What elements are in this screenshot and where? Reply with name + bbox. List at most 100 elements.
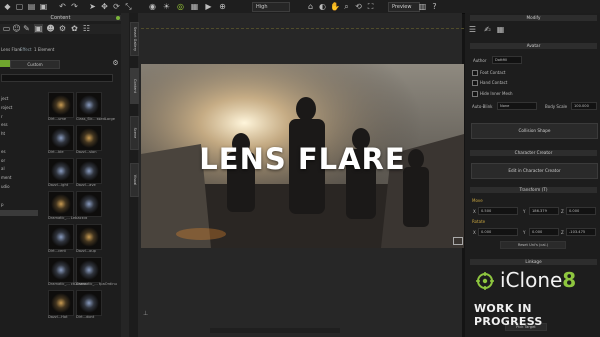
tree-item[interactable]: r bbox=[1, 114, 3, 119]
flare-thumbnail[interactable] bbox=[48, 125, 74, 151]
grid-icon[interactable]: ▦ bbox=[190, 2, 199, 11]
flare-thumbnail[interactable] bbox=[48, 224, 74, 250]
rotate-x-field[interactable]: 0.000 bbox=[478, 228, 518, 236]
settings-icon[interactable]: ⚙ bbox=[111, 59, 120, 68]
pan-icon[interactable]: ✋ bbox=[330, 2, 340, 11]
rotate-y-field[interactable]: 0.000 bbox=[529, 228, 559, 236]
move-icon[interactable]: ✥ bbox=[100, 2, 109, 11]
tree-item[interactable]: ject bbox=[1, 96, 8, 101]
flare-thumbnail[interactable] bbox=[48, 92, 74, 118]
tree-item[interactable]: udio bbox=[1, 184, 10, 189]
modify-settings-icon[interactable]: ☰ bbox=[468, 25, 477, 34]
flare-thumbnail[interactable] bbox=[76, 257, 102, 283]
flare-thumbnail[interactable] bbox=[76, 290, 102, 316]
move-x-field[interactable]: 0.500 bbox=[478, 207, 518, 215]
save-icon[interactable]: ▣ bbox=[39, 2, 48, 11]
tree-item[interactable]: ment bbox=[1, 175, 11, 180]
tree-item[interactable]: p bbox=[1, 202, 4, 207]
tab-visual[interactable]: Visual bbox=[130, 163, 139, 197]
home-icon[interactable]: ⌂ bbox=[306, 2, 315, 11]
autoblink-select[interactable]: None bbox=[497, 102, 537, 110]
tree-item[interactable]: es bbox=[1, 149, 6, 154]
hide-inner-mesh-checkbox[interactable] bbox=[472, 91, 478, 97]
content-panel: Content ▭ ☺ ✎ ▣ ☻ ⚙ ✿ ☷ Lens Flare Effec… bbox=[0, 13, 121, 337]
reset-button[interactable]: Reset Uni's (cal.) bbox=[500, 241, 566, 249]
app-icon[interactable]: ◆ bbox=[3, 2, 12, 11]
modify-material-icon[interactable]: ▦ bbox=[496, 25, 505, 34]
thumbnail-label: Dirt...cent bbox=[48, 249, 66, 253]
flare-thumbnail[interactable] bbox=[48, 191, 74, 217]
bodyscale-field[interactable]: 100.000 bbox=[571, 102, 597, 110]
author-label: Author bbox=[473, 58, 487, 63]
flare-thumbnail[interactable] bbox=[76, 224, 102, 250]
foot-contact-checkbox[interactable] bbox=[472, 70, 478, 76]
rotate-icon[interactable]: ⟳ bbox=[112, 2, 121, 11]
tree-item[interactable]: ess bbox=[1, 122, 8, 127]
section-linkage: Linkage bbox=[470, 259, 597, 265]
flare-thumbnail[interactable] bbox=[76, 191, 102, 217]
flare-thumbnail[interactable] bbox=[48, 158, 74, 184]
timeline-controls[interactable] bbox=[210, 328, 340, 333]
move-z-label: Z bbox=[561, 209, 564, 214]
select-icon[interactable]: ➤ bbox=[88, 2, 97, 11]
animation-tab-icon[interactable]: ✎ bbox=[22, 24, 31, 33]
tab-custom[interactable]: Custom bbox=[10, 60, 60, 69]
timeline-handle-icon[interactable]: ⊥ bbox=[143, 311, 149, 317]
tab-scene[interactable]: Scene bbox=[130, 116, 139, 150]
open-icon[interactable]: ▤ bbox=[27, 2, 36, 11]
flare-thumbnail[interactable] bbox=[76, 158, 102, 184]
flare-preview-icon bbox=[79, 161, 99, 181]
modify-motion-icon[interactable]: ✍ bbox=[483, 25, 492, 34]
tree-item[interactable]: ht bbox=[1, 131, 5, 136]
tab-content[interactable]: Content bbox=[130, 68, 139, 104]
tree-item[interactable]: al bbox=[1, 166, 5, 171]
tree-item[interactable]: roject bbox=[1, 105, 12, 110]
content-scrollbar[interactable] bbox=[121, 13, 129, 337]
tab-template[interactable] bbox=[0, 60, 10, 67]
scale-icon[interactable]: ⤡ bbox=[124, 2, 133, 11]
zoom-icon[interactable]: ⌕ bbox=[342, 2, 351, 11]
layout-icon[interactable]: ▥ bbox=[418, 2, 427, 11]
view-icon[interactable]: ◐ bbox=[318, 2, 327, 11]
flare-thumbnail[interactable] bbox=[48, 290, 74, 316]
set-tab-icon[interactable]: ⚙ bbox=[58, 24, 67, 33]
move-z-field[interactable]: 0.000 bbox=[566, 207, 596, 215]
light-icon[interactable]: ☀ bbox=[162, 2, 171, 11]
new-icon[interactable]: ▢ bbox=[15, 2, 24, 11]
orbit-icon[interactable]: ⟲ bbox=[354, 2, 363, 11]
stage-tab-icon[interactable]: ▣ bbox=[34, 24, 43, 33]
edit-character-creator-button[interactable]: Edit in Character Creator bbox=[471, 163, 598, 179]
fit-icon[interactable]: ⛶ bbox=[366, 2, 375, 11]
move-y-field[interactable]: 186.379 bbox=[529, 207, 559, 215]
filter-name: Effect bbox=[20, 47, 32, 52]
play-icon[interactable]: ▶ bbox=[204, 2, 213, 11]
hand-contact-checkbox[interactable] bbox=[472, 80, 478, 86]
tab-smart-gallery[interactable]: Smart Gallery bbox=[130, 22, 139, 56]
project-tab-icon[interactable]: ▭ bbox=[2, 24, 11, 33]
quality-dropdown[interactable]: High bbox=[252, 2, 290, 12]
viewport-corner-icon[interactable] bbox=[453, 237, 463, 245]
flare-thumbnail[interactable] bbox=[48, 257, 74, 283]
prop-tab-icon[interactable]: ☻ bbox=[46, 24, 55, 33]
audio-tab-icon[interactable]: ☷ bbox=[82, 24, 91, 33]
rotate-y-label: Y bbox=[523, 230, 526, 235]
actor-tab-icon[interactable]: ☺ bbox=[12, 24, 21, 33]
author-field[interactable]: Dottfill bbox=[492, 56, 522, 64]
flare-thumbnail[interactable] bbox=[76, 92, 102, 118]
flare-preview-icon bbox=[79, 95, 99, 115]
tree-item[interactable]: or bbox=[1, 158, 5, 163]
panel-pin-icon[interactable] bbox=[116, 16, 120, 20]
content-search-input[interactable] bbox=[1, 74, 113, 82]
redo-icon[interactable]: ↷ bbox=[70, 2, 79, 11]
help-icon[interactable]: ? bbox=[430, 2, 439, 11]
target-icon[interactable]: ⊕ bbox=[218, 2, 227, 11]
view-mode-dropdown[interactable]: Preview bbox=[388, 2, 420, 12]
rotate-z-field[interactable]: -103.475 bbox=[566, 228, 596, 236]
undo-icon[interactable]: ↶ bbox=[58, 2, 67, 11]
render-icon[interactable]: ◎ bbox=[176, 2, 185, 11]
flare-preview-icon bbox=[79, 260, 99, 280]
camera-tab-icon[interactable]: ✿ bbox=[70, 24, 79, 33]
flare-thumbnail[interactable] bbox=[76, 125, 102, 151]
camera-icon[interactable]: ◉ bbox=[148, 2, 157, 11]
collision-shape-button[interactable]: Collision Shape bbox=[471, 123, 598, 139]
